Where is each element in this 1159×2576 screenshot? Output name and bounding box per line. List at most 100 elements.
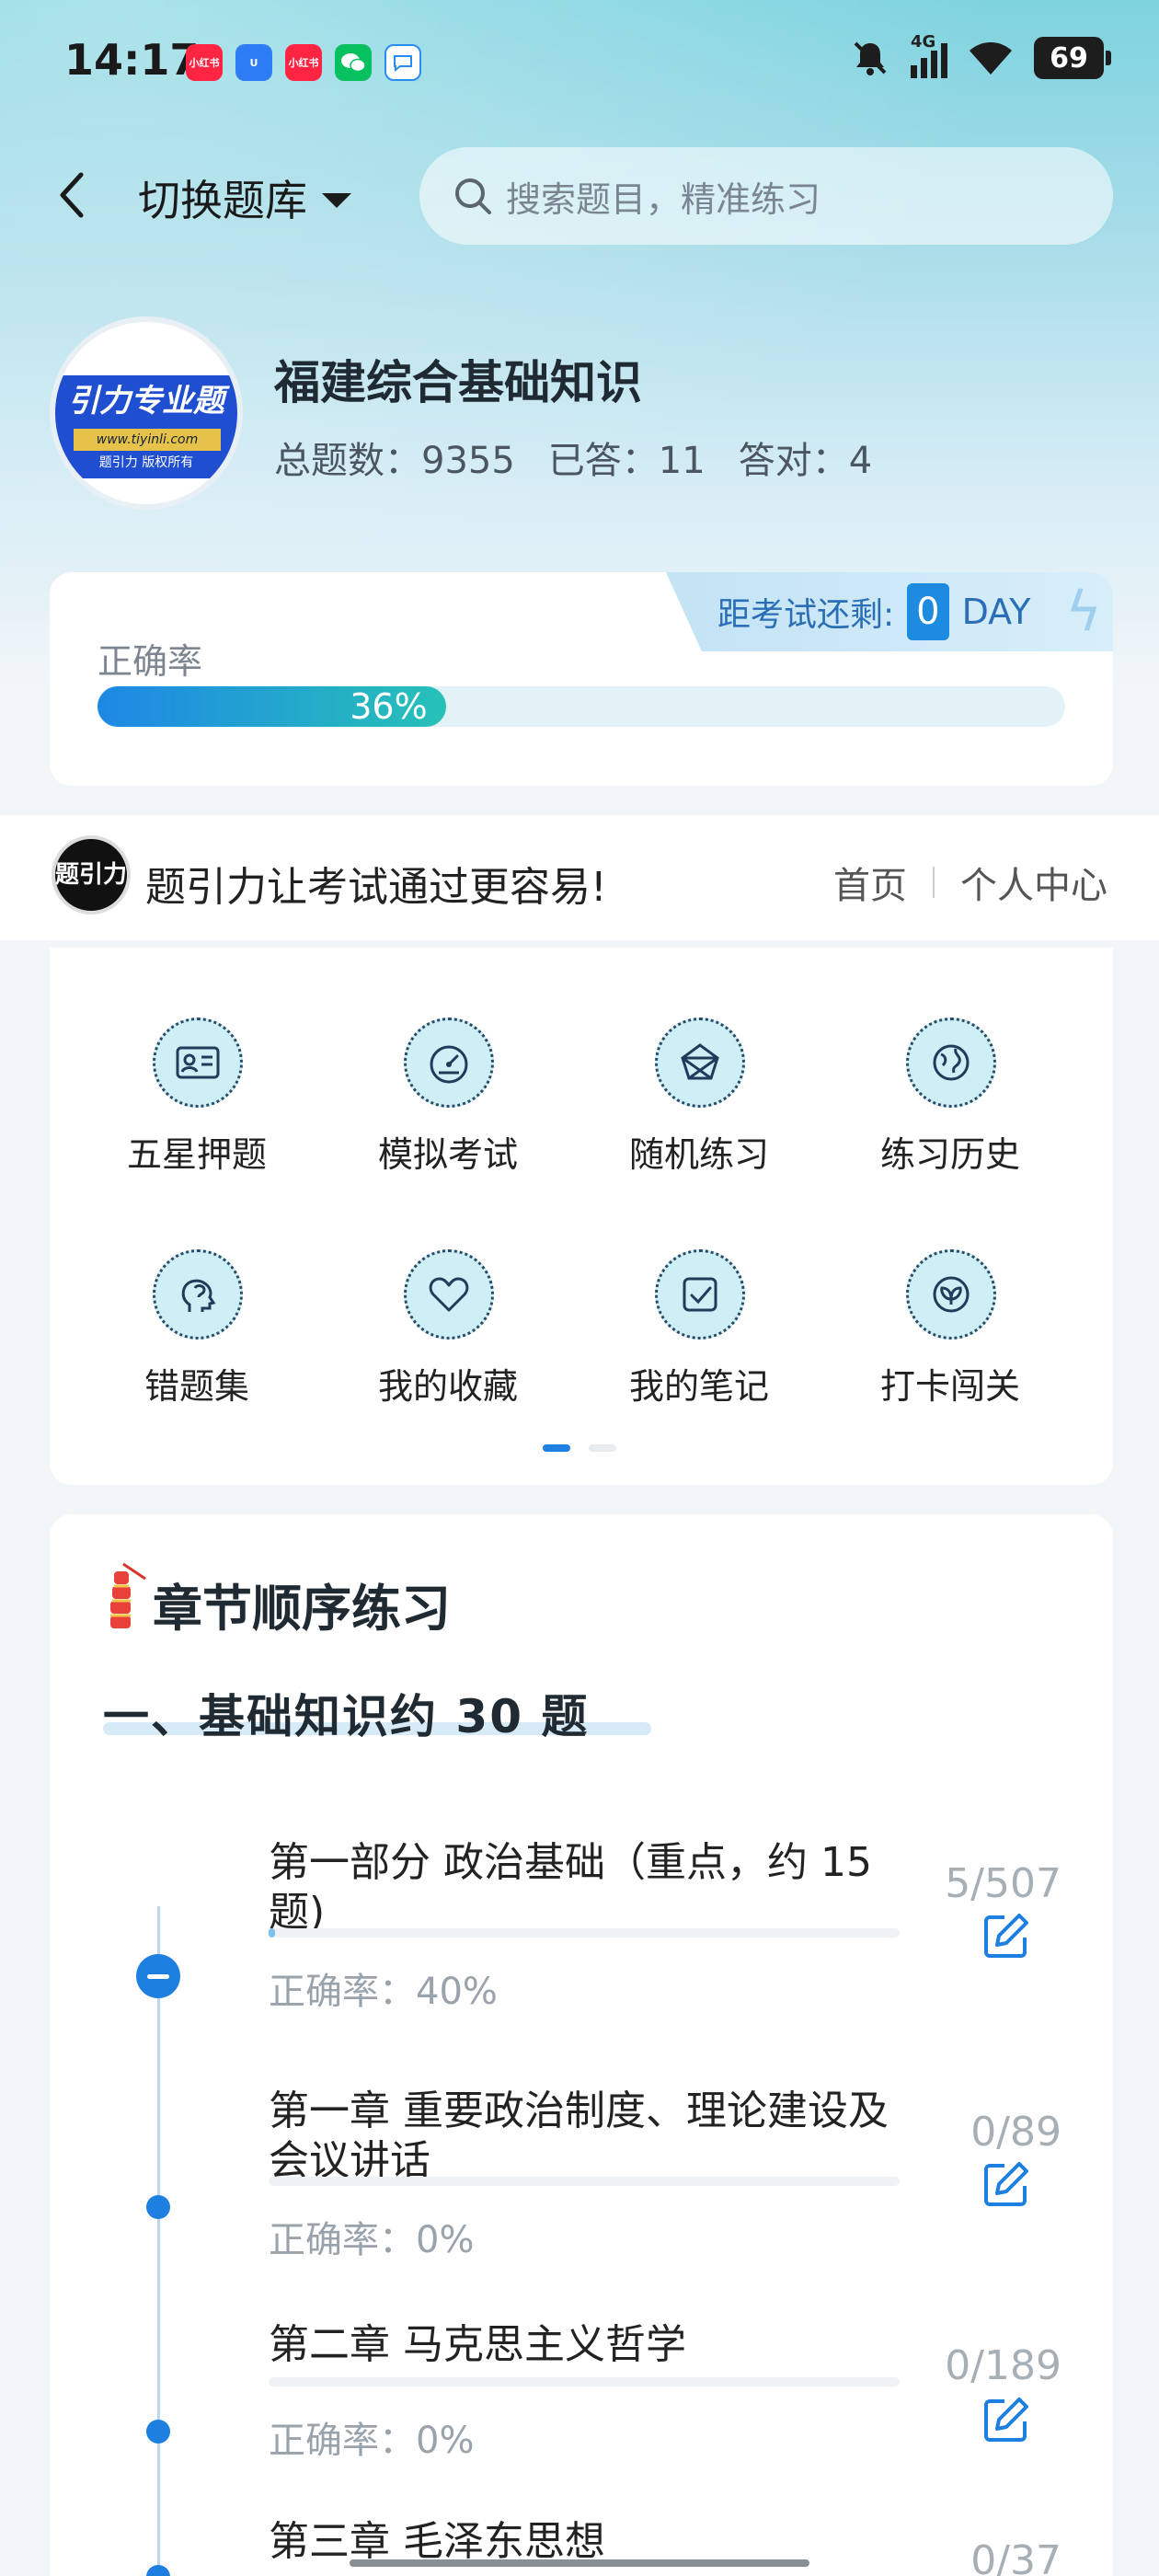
timeline-node [146,2420,170,2444]
app-banner: 题引力 题引力让考试通过更容易! 首页 个人中心 [0,815,1159,940]
search-placeholder: 搜索题目，精准练习 [506,178,821,220]
note-check-icon [655,1249,745,1340]
switch-bank-label: 切换题库 [138,176,307,225]
chapter-count: 0/189 [945,2342,1061,2389]
total-questions: 总题数：9355 [274,440,515,482]
firecracker-icon [110,1562,146,1628]
chapter-progress-fill [269,1928,275,1938]
feature-grid: 五星押题 模拟考试 随机练习 练习历史 错题集 我的收藏 我的笔记 打卡闯关 [50,948,1113,1485]
grid-label: 我的收藏 [377,1366,518,1407]
message-icon [384,44,421,81]
grid-item-history[interactable]: 练习历史 [840,975,1061,1178]
grid-label: 五星押题 [126,1134,267,1175]
switch-bank-dropdown[interactable]: 切换题库 [138,167,351,228]
status-time: 14:17 [64,35,200,85]
id-card-icon [153,1018,243,1108]
wifi-icon [970,42,1012,75]
chapter-accuracy: 正确率：40% [269,1971,498,2013]
chapter-count: 0/37 [970,2537,1061,2576]
accuracy-label: 正确率 [98,641,203,682]
shuffle-icon [655,1018,745,1108]
page-dot [589,1444,616,1452]
xiaohongshu-icon-2: 小红书 [285,44,322,81]
search-input[interactable]: 搜索题目，精准练习 [419,147,1113,245]
chapter-progress [269,1928,900,1938]
countdown-unit: DAY [961,592,1031,632]
grid-label: 练习历史 [879,1134,1020,1175]
chapter-practice-title: 章节顺序练习 [153,1580,451,1638]
exam-countdown: 距考试还剩: 0 DAY ϟ [666,572,1113,651]
banner-nav: 首页 个人中心 [833,856,1107,909]
home-indicator[interactable] [350,2559,809,2567]
timeline-line [157,1906,160,2576]
chapter-practice-card: 章节顺序练习 一、基础知识约 30 题 第一部分 政治基础（重点，约 15 题)… [50,1514,1113,2576]
search-icon [455,178,491,214]
collapse-node[interactable] [136,1954,180,1998]
grid-label: 随机练习 [628,1134,769,1175]
leaf-icon [906,1249,996,1340]
nav-divider [933,867,935,898]
xiaohongshu-icon: 小红书 [186,44,223,81]
u-app-icon: U [235,44,272,81]
answered-count: 已答：11 [547,440,706,482]
grid-label: 模拟考试 [377,1134,518,1175]
network-type: 4G [911,32,936,52]
back-button[interactable] [53,167,90,223]
grid-item-five-star[interactable]: 五星押题 [86,975,307,1178]
chapter-title: 第一章 重要政治制度、理论建设及会议讲话 [269,2087,889,2184]
bank-stats: 总题数：9355 已答：11 答对：4 [274,431,872,484]
globe-icon [906,1018,996,1108]
heart-icon [404,1249,494,1340]
chapter-accuracy: 正确率：0% [269,2219,475,2261]
edit-icon[interactable] [981,1910,1032,1961]
grid-label: 我的笔记 [628,1366,769,1407]
grid-item-favorites[interactable]: 我的收藏 [338,1207,558,1409]
section-title: 一、基础知识约 30 题 [103,1690,590,1743]
accuracy-value: 36% [350,686,428,727]
correct-count: 答对：4 [738,440,873,482]
head-icon [153,1249,243,1340]
grid-label: 错题集 [143,1366,249,1407]
chapter-progress [269,2377,900,2386]
mute-bell-icon [854,41,887,75]
gauge-icon [404,1018,494,1108]
accuracy-progress-track: 36% [98,686,1065,727]
status-bar: 14:17 小红书 U 小红书 4G 69 [0,0,1159,124]
page-dot-active [543,1444,570,1452]
logo-title: 引力专业题 [68,383,224,420]
logo-copyright: 题引力 版权所有 [98,455,194,470]
chevron-left-icon [60,172,84,218]
grid-label: 打卡闯关 [879,1366,1020,1407]
chapter-title: 第二章 马克思主义哲学 [269,2321,686,2368]
status-indicators: 4G 69 [850,32,1111,79]
grid-item-random-practice[interactable]: 随机练习 [589,975,809,1178]
chapter-progress [269,2177,900,2186]
chapter-title: 第一部分 政治基础（重点，约 15 题) [269,1839,872,1936]
timeline-node [146,2565,170,2576]
chapter-count: 0/89 [970,2109,1061,2156]
countdown-value: 0 [907,583,949,640]
signal-icon: 4G [911,32,947,78]
wechat-icon [335,44,372,81]
accuracy-card: 距考试还剩: 0 DAY ϟ 正确率 36% [50,572,1113,786]
status-app-icons: 小红书 U 小红书 [186,44,421,81]
nav-profile-link[interactable]: 个人中心 [960,856,1107,909]
caret-down-icon [322,193,351,208]
grid-page-indicator [543,1444,616,1452]
edit-icon[interactable] [981,2158,1032,2210]
battery-indicator: 69 [1034,37,1111,79]
bank-logo: 引力专业题 www.tiyinli.com 题引力 版权所有 [50,316,243,510]
grid-item-notes[interactable]: 我的笔记 [589,1207,809,1409]
nav-home-link[interactable]: 首页 [833,856,907,909]
accuracy-progress-fill: 36% [98,686,446,727]
chapter-count: 5/507 [945,1860,1061,1907]
countdown-label: 距考试还剩: [717,596,895,634]
grid-item-wrong-set[interactable]: 错题集 [86,1207,307,1409]
logo-url: www.tiyinli.com [74,429,221,451]
edit-icon[interactable] [981,2394,1032,2445]
timeline-node [146,2195,170,2219]
grid-item-check-in[interactable]: 打卡闯关 [840,1207,1061,1409]
grid-item-mock-exam[interactable]: 模拟考试 [338,975,558,1178]
lightning-icon: ϟ [1065,580,1102,644]
tiyinli-logo: 题引力 [52,835,131,914]
